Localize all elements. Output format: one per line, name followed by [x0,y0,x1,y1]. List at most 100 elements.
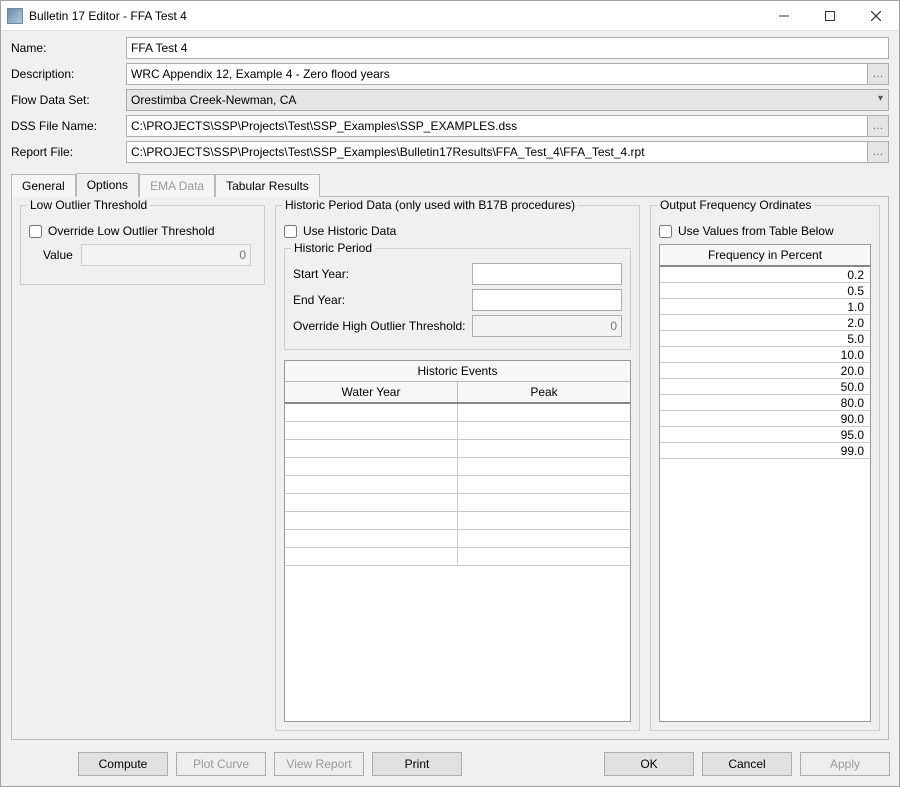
historic-events-header: Water Year Peak [285,382,630,404]
group-historic: Historic Period Data (only used with B17… [275,205,640,731]
maximize-button[interactable] [807,1,853,31]
plot-curve-button: Plot Curve [176,752,266,776]
frequency-row[interactable]: 2.0 [660,315,870,331]
print-button[interactable]: Print [372,752,462,776]
view-report-button: View Report [274,752,364,776]
use-historic-checkbox[interactable] [284,225,297,238]
flow-data-set-value[interactable] [126,89,889,111]
description-label: Description: [11,67,126,81]
cell-water-year[interactable] [285,440,458,457]
table-row[interactable] [285,512,630,530]
group-historic-period: Historic Period Start Year: End Year: Ov… [284,248,631,350]
description-input[interactable] [126,63,868,85]
col-peak: Peak [458,382,630,402]
frequency-rows: 0.20.51.02.05.010.020.050.080.090.095.09… [660,267,870,459]
close-button[interactable] [853,1,899,31]
ellipsis-icon: … [873,146,884,158]
table-row[interactable] [285,404,630,422]
row-start-year: Start Year: [293,263,622,285]
row-report-file: Report File: … [11,141,889,163]
override-low-outlier-checkbox[interactable] [29,225,42,238]
frequency-row[interactable]: 20.0 [660,363,870,379]
frequency-row[interactable]: 0.5 [660,283,870,299]
cell-peak[interactable] [458,494,630,511]
use-values-check[interactable]: Use Values from Table Below [659,224,871,238]
frequency-row[interactable]: 5.0 [660,331,870,347]
cell-water-year[interactable] [285,476,458,493]
table-row[interactable] [285,422,630,440]
low-outlier-value-row: Value [29,244,256,266]
frequency-row[interactable]: 80.0 [660,395,870,411]
cell-peak[interactable] [458,530,630,547]
ok-button[interactable]: OK [604,752,694,776]
low-outlier-value-input [81,244,251,266]
window-title: Bulletin 17 Editor - FFA Test 4 [29,9,761,23]
group-low-outlier: Low Outlier Threshold Override Low Outli… [20,205,265,285]
tab-ema-data: EMA Data [139,174,215,197]
table-row[interactable] [285,530,630,548]
historic-events-table[interactable]: Historic Events Water Year Peak [284,360,631,722]
table-row[interactable] [285,458,630,476]
frequency-table[interactable]: Frequency in Percent 0.20.51.02.05.010.0… [659,244,871,722]
cell-water-year[interactable] [285,458,458,475]
tab-body-options: Low Outlier Threshold Override Low Outli… [11,197,889,740]
cell-peak[interactable] [458,440,630,457]
name-label: Name: [11,41,126,55]
flow-label: Flow Data Set: [11,93,126,107]
end-year-input[interactable] [472,289,622,311]
window: Bulletin 17 Editor - FFA Test 4 Name: De… [0,0,900,787]
cell-water-year[interactable] [285,494,458,511]
override-low-outlier-check[interactable]: Override Low Outlier Threshold [29,224,256,238]
col-water-year: Water Year [285,382,458,402]
cell-peak[interactable] [458,422,630,439]
minimize-button[interactable] [761,1,807,31]
dss-browse-button[interactable]: … [867,115,889,137]
cell-water-year[interactable] [285,512,458,529]
dss-file-input[interactable] [126,115,868,137]
frequency-row[interactable]: 10.0 [660,347,870,363]
report-browse-button[interactable]: … [867,141,889,163]
cell-peak[interactable] [458,476,630,493]
report-file-input[interactable] [126,141,868,163]
historic-events-rows [285,404,630,566]
flow-data-set-combo[interactable]: ▾ [126,89,889,111]
cell-water-year[interactable] [285,404,458,421]
tab-options[interactable]: Options [76,173,139,197]
cell-peak[interactable] [458,548,630,565]
frequency-row[interactable]: 50.0 [660,379,870,395]
start-year-label: Start Year: [293,267,472,281]
frequency-col-header: Frequency in Percent [660,245,870,267]
low-outlier-value-label: Value [29,248,73,262]
tab-general[interactable]: General [11,174,76,197]
table-row[interactable] [285,476,630,494]
tab-tabular-results[interactable]: Tabular Results [215,174,320,197]
table-row[interactable] [285,440,630,458]
table-row[interactable] [285,548,630,566]
frequency-row[interactable]: 90.0 [660,411,870,427]
compute-button[interactable]: Compute [78,752,168,776]
cell-water-year[interactable] [285,548,458,565]
table-row[interactable] [285,494,630,512]
apply-button: Apply [800,752,890,776]
description-browse-button[interactable]: … [867,63,889,85]
frequency-row[interactable]: 99.0 [660,443,870,459]
row-flow-data-set: Flow Data Set: ▾ [11,89,889,111]
frequency-row[interactable]: 0.2 [660,267,870,283]
start-year-input[interactable] [472,263,622,285]
row-override-high: Override High Outlier Threshold: [293,315,622,337]
cell-peak[interactable] [458,404,630,421]
name-input[interactable] [126,37,889,59]
cell-peak[interactable] [458,458,630,475]
cancel-button[interactable]: Cancel [702,752,792,776]
use-historic-check[interactable]: Use Historic Data [284,224,631,238]
minimize-icon [779,11,789,21]
use-values-checkbox[interactable] [659,225,672,238]
cell-peak[interactable] [458,512,630,529]
cell-water-year[interactable] [285,422,458,439]
frequency-row[interactable]: 1.0 [660,299,870,315]
dss-label: DSS File Name: [11,119,126,133]
cell-water-year[interactable] [285,530,458,547]
ellipsis-icon: … [873,120,884,132]
frequency-row[interactable]: 95.0 [660,427,870,443]
content-area: Name: Description: … Flow Data Set: ▾ DS… [1,31,899,744]
